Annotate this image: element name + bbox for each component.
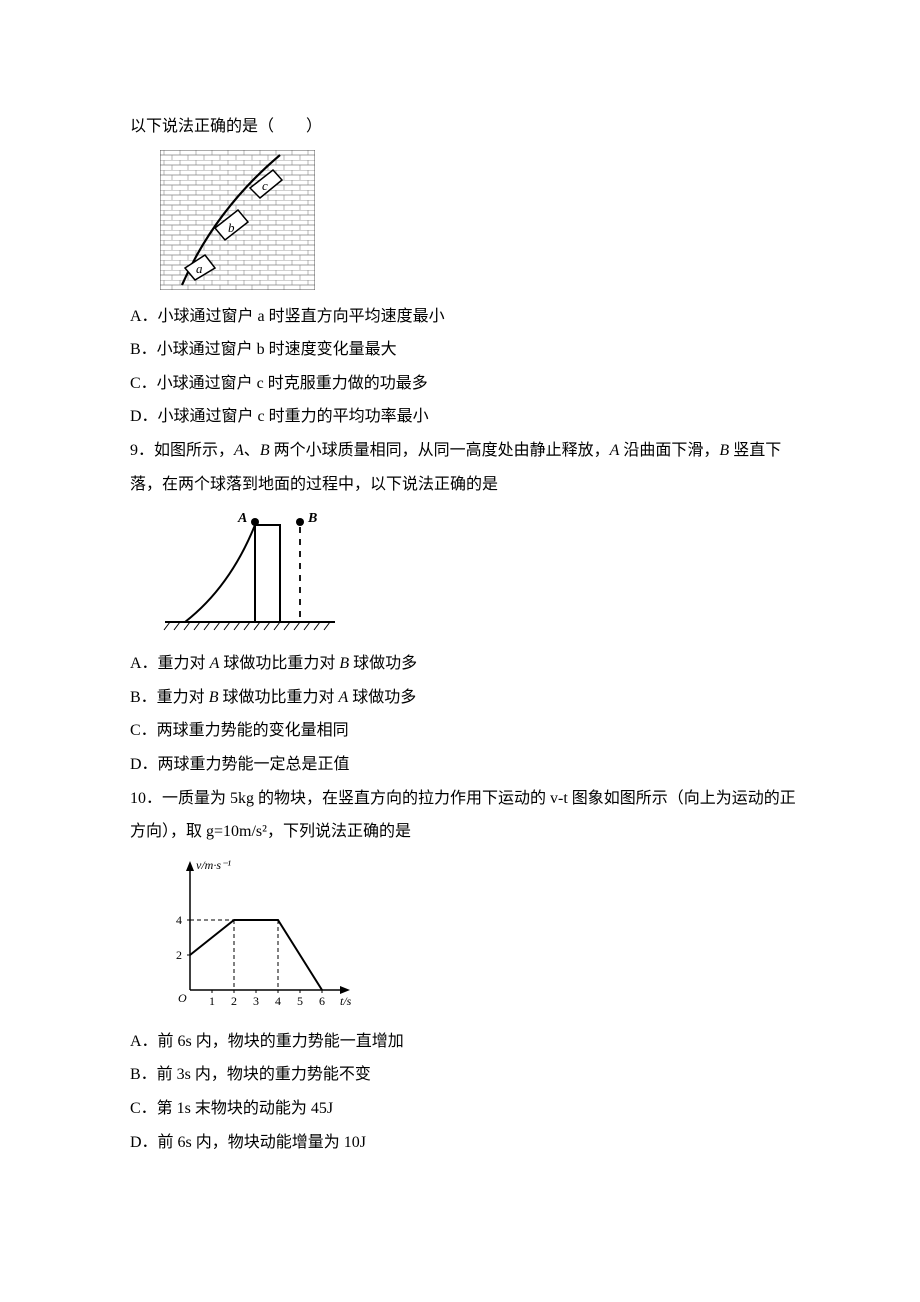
q8-figure: a b c <box>160 150 800 290</box>
q9-option-C: C．两球重力势能的变化量相同 <box>130 714 800 748</box>
q9-option-B: B．重力对 B 球做功比重力对 A 球做功多 <box>130 681 800 715</box>
q8-stem: 以下说法正确的是（ ） <box>130 110 800 144</box>
ytick-2: 2 <box>176 948 182 962</box>
q10-option-D: D．前 6s 内，物块动能增量为 10J <box>130 1126 800 1160</box>
xtick-1: 1 <box>209 994 215 1008</box>
origin-label: O <box>178 991 187 1005</box>
xtick-4: 4 <box>275 994 281 1008</box>
xtick-6: 6 <box>319 994 325 1008</box>
q9-option-A: A．重力对 A 球做功比重力对 B 球做功多 <box>130 647 800 681</box>
q8-option-D: D．小球通过窗户 c 时重力的平均功率最小 <box>130 400 800 434</box>
x-axis-label: t/s <box>340 994 352 1008</box>
label-b: b <box>228 220 235 235</box>
q10-chart: v/m·s⁻¹ t/s O 2 4 1 2 3 4 5 6 <box>160 855 800 1015</box>
q8-option-A: A．小球通过窗户 a 时竖直方向平均速度最小 <box>130 300 800 334</box>
q9-option-D: D．两球重力势能一定总是正值 <box>130 748 800 782</box>
label-a: a <box>196 261 203 276</box>
label-A: A <box>237 511 247 526</box>
xtick-2: 2 <box>231 994 237 1008</box>
y-axis-label: v/m·s⁻¹ <box>196 858 231 872</box>
xtick-5: 5 <box>297 994 303 1008</box>
q10-option-B: B．前 3s 内，物块的重力势能不变 <box>130 1058 800 1092</box>
q10-option-A: A．前 6s 内，物块的重力势能一直增加 <box>130 1025 800 1059</box>
q10-stem: 10．一质量为 5kg 的物块，在竖直方向的拉力作用下运动的 v-t 图象如图所… <box>130 782 800 849</box>
q9-figure: A B <box>160 507 800 637</box>
label-c: c <box>262 178 268 193</box>
xtick-3: 3 <box>253 994 259 1008</box>
q9-stem: 9．如图所示，A、B 两个小球质量相同，从同一高度处由静止释放，A 沿曲面下滑，… <box>130 434 800 501</box>
label-B: B <box>307 511 317 526</box>
q10-option-C: C．第 1s 末物块的动能为 45J <box>130 1092 800 1126</box>
q8-option-C: C．小球通过窗户 c 时克服重力做的功最多 <box>130 367 800 401</box>
exam-page: 以下说法正确的是（ ） <box>0 0 920 1302</box>
q8-option-B: B．小球通过窗户 b 时速度变化量最大 <box>130 333 800 367</box>
ytick-4: 4 <box>176 913 182 927</box>
